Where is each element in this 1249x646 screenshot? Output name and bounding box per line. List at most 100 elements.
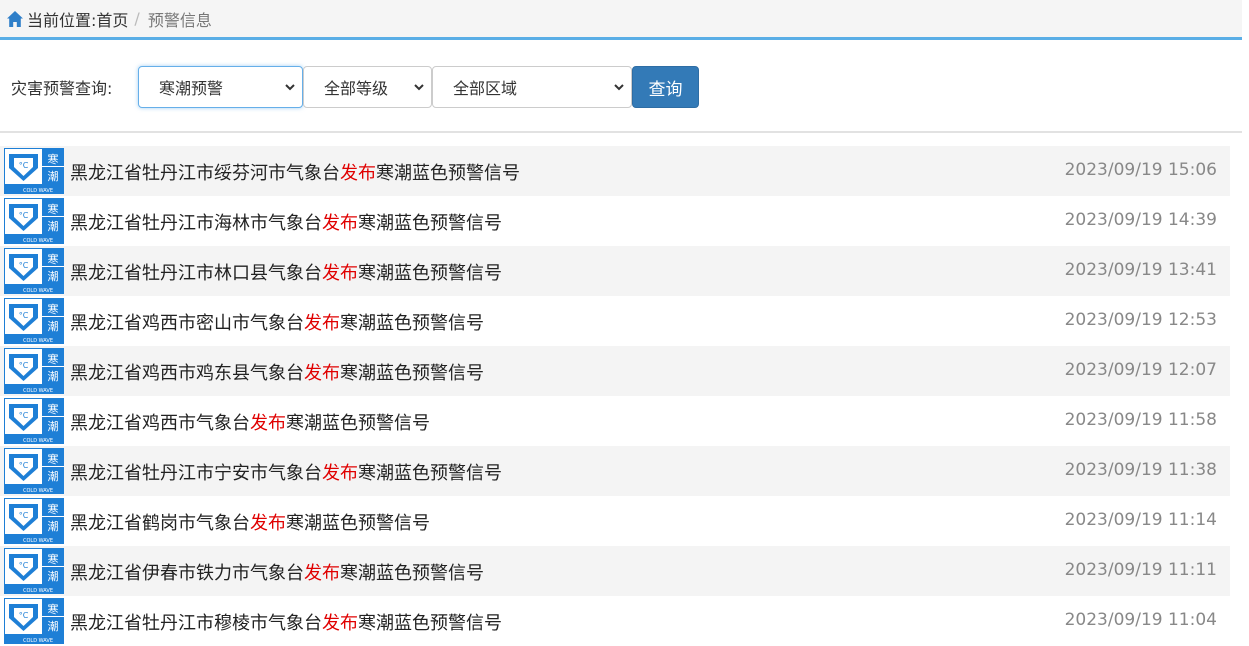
alert-issuer: 黑龙江省伊春市铁力市气象台 [70, 563, 304, 584]
svg-text:°C: °C [19, 511, 29, 520]
chevron-down-icon [285, 84, 295, 91]
badge-caption: COLD WAVE [23, 538, 53, 544]
alert-row[interactable]: °C 寒潮 COLD WAVE 黑龙江省鸡西市气象台发布寒潮蓝色预警信号 2023/09… [0, 396, 1230, 446]
badge-char-1: 寒 [48, 452, 59, 466]
alert-row[interactable]: °C 寒潮 COLD WAVE 黑龙江省牡丹江市穆棱市气象台发布寒潮蓝色预警信号 202… [0, 596, 1230, 646]
cold-wave-blue-icon: °C 寒潮 COLD WAVE [4, 498, 64, 544]
alert-verb: 发布 [322, 213, 358, 234]
alert-row[interactable]: °C 寒潮 COLD WAVE 黑龙江省牡丹江市宁安市气象台发布寒潮蓝色预警信号 202… [0, 446, 1230, 496]
alert-row[interactable]: °C 寒潮 COLD WAVE 黑龙江省牡丹江市绥芬河市气象台发布寒潮蓝色预警信号 20… [0, 146, 1230, 196]
badge-char-1: 寒 [48, 602, 59, 616]
alert-type: 寒潮蓝色预警信号 [358, 463, 502, 484]
badge-caption: COLD WAVE [23, 638, 53, 644]
alert-title[interactable]: 黑龙江省伊春市铁力市气象台发布寒潮蓝色预警信号 [70, 559, 484, 585]
alert-verb: 发布 [250, 513, 286, 534]
alert-verb: 发布 [304, 363, 340, 384]
alert-issuer: 黑龙江省鸡西市密山市气象台 [70, 313, 304, 334]
alert-title[interactable]: 黑龙江省鸡西市气象台发布寒潮蓝色预警信号 [70, 409, 430, 435]
cold-wave-blue-icon: °C 寒潮 COLD WAVE [4, 598, 64, 644]
badge-char-1: 寒 [48, 202, 59, 216]
alert-type: 寒潮蓝色预警信号 [286, 513, 430, 534]
alert-issuer: 黑龙江省牡丹江市穆棱市气象台 [70, 613, 322, 634]
badge-caption: COLD WAVE [23, 438, 53, 444]
svg-text:°C: °C [19, 311, 29, 320]
cold-wave-blue-icon: °C 寒潮 COLD WAVE [4, 398, 64, 444]
badge-char-2: 潮 [48, 469, 59, 483]
alert-title[interactable]: 黑龙江省鸡西市密山市气象台发布寒潮蓝色预警信号 [70, 309, 484, 335]
alert-title[interactable]: 黑龙江省牡丹江市穆棱市气象台发布寒潮蓝色预警信号 [70, 609, 502, 635]
alert-issuer: 黑龙江省牡丹江市林口县气象台 [70, 263, 322, 284]
alert-verb: 发布 [250, 413, 286, 434]
cold-wave-blue-icon: °C 寒潮 COLD WAVE [4, 248, 64, 294]
alert-row[interactable]: °C 寒潮 COLD WAVE 黑龙江省牡丹江市海林市气象台发布寒潮蓝色预警信号 202… [0, 196, 1230, 246]
region-value: 全部区域 [453, 79, 518, 98]
alert-verb: 发布 [322, 613, 358, 634]
alert-time: 2023/09/19 11:11 [1064, 560, 1217, 580]
cold-wave-blue-icon: °C 寒潮 COLD WAVE [4, 148, 64, 194]
badge-char-2: 潮 [48, 569, 59, 583]
warning-type-select[interactable]: 寒潮预警 [138, 66, 303, 108]
badge-char-1: 寒 [48, 152, 59, 166]
alert-time: 2023/09/19 12:53 [1064, 310, 1217, 330]
badge-char-1: 寒 [48, 502, 59, 516]
svg-text:°C: °C [19, 461, 29, 470]
alert-time: 2023/09/19 11:58 [1064, 410, 1217, 430]
badge-caption: COLD WAVE [23, 188, 53, 194]
chevron-down-icon [414, 84, 424, 91]
alert-issuer: 黑龙江省牡丹江市绥芬河市气象台 [70, 163, 340, 184]
alert-verb: 发布 [322, 463, 358, 484]
alert-time: 2023/09/19 11:14 [1064, 510, 1217, 530]
alert-title[interactable]: 黑龙江省鹤岗市气象台发布寒潮蓝色预警信号 [70, 509, 430, 535]
badge-caption: COLD WAVE [23, 488, 53, 494]
cold-wave-blue-icon: °C 寒潮 COLD WAVE [4, 298, 64, 344]
alert-row[interactable]: °C 寒潮 COLD WAVE 黑龙江省伊春市铁力市气象台发布寒潮蓝色预警信号 2023… [0, 546, 1230, 596]
alert-verb: 发布 [304, 563, 340, 584]
alert-issuer: 黑龙江省鸡西市鸡东县气象台 [70, 363, 304, 384]
cold-wave-blue-icon: °C 寒潮 COLD WAVE [4, 548, 64, 594]
chevron-down-icon [614, 84, 624, 91]
badge-char-2: 潮 [48, 169, 59, 183]
svg-text:°C: °C [19, 411, 29, 420]
badge-char-1: 寒 [48, 402, 59, 416]
breadcrumb-home-link[interactable]: 首页 [96, 7, 128, 31]
warning-type-value: 寒潮预警 [159, 79, 224, 98]
cold-wave-blue-icon: °C 寒潮 COLD WAVE [4, 448, 64, 494]
alert-title[interactable]: 黑龙江省牡丹江市林口县气象台发布寒潮蓝色预警信号 [70, 259, 502, 285]
alert-time: 2023/09/19 13:41 [1064, 260, 1217, 280]
breadcrumb-prefix: 当前位置: [27, 10, 97, 30]
badge-char-2: 潮 [48, 369, 59, 383]
warning-level-select[interactable]: 全部等级 [303, 66, 432, 108]
query-button[interactable]: 查询 [632, 66, 699, 108]
badge-char-1: 寒 [48, 302, 59, 316]
badge-caption: COLD WAVE [23, 288, 53, 294]
alert-title[interactable]: 黑龙江省牡丹江市绥芬河市气象台发布寒潮蓝色预警信号 [70, 159, 520, 185]
alert-time: 2023/09/19 12:07 [1064, 360, 1217, 380]
svg-text:°C: °C [19, 611, 29, 620]
alert-title[interactable]: 黑龙江省鸡西市鸡东县气象台发布寒潮蓝色预警信号 [70, 359, 484, 385]
alert-issuer: 黑龙江省牡丹江市海林市气象台 [70, 213, 322, 234]
alert-verb: 发布 [340, 163, 376, 184]
alert-issuer: 黑龙江省鹤岗市气象台 [70, 513, 250, 534]
badge-char-1: 寒 [48, 252, 59, 266]
region-select[interactable]: 全部区域 [432, 66, 632, 108]
alert-row[interactable]: °C 寒潮 COLD WAVE 黑龙江省鸡西市鸡东县气象台发布寒潮蓝色预警信号 2023… [0, 346, 1230, 396]
badge-char-2: 潮 [48, 619, 59, 633]
home-icon [7, 10, 23, 27]
svg-text:°C: °C [19, 561, 29, 570]
breadcrumb-current: 预警信息 [147, 10, 212, 30]
alert-title[interactable]: 黑龙江省牡丹江市海林市气象台发布寒潮蓝色预警信号 [70, 209, 502, 235]
query-label: 灾害预警查询: [11, 79, 113, 98]
alert-row[interactable]: °C 寒潮 COLD WAVE 黑龙江省鹤岗市气象台发布寒潮蓝色预警信号 2023/09… [0, 496, 1230, 546]
alert-row[interactable]: °C 寒潮 COLD WAVE 黑龙江省牡丹江市林口县气象台发布寒潮蓝色预警信号 202… [0, 246, 1230, 296]
alert-type: 寒潮蓝色预警信号 [340, 363, 484, 384]
alert-title[interactable]: 黑龙江省牡丹江市宁安市气象台发布寒潮蓝色预警信号 [70, 459, 502, 485]
badge-caption: COLD WAVE [23, 338, 53, 344]
breadcrumb-separator: / [134, 9, 140, 28]
alert-verb: 发布 [304, 313, 340, 334]
alert-type: 寒潮蓝色预警信号 [340, 563, 484, 584]
badge-char-2: 潮 [48, 319, 59, 333]
alert-type: 寒潮蓝色预警信号 [358, 213, 502, 234]
alert-row[interactable]: °C 寒潮 COLD WAVE 黑龙江省鸡西市密山市气象台发布寒潮蓝色预警信号 2023… [0, 296, 1230, 346]
alert-time: 2023/09/19 15:06 [1064, 160, 1217, 180]
warning-level-value: 全部等级 [324, 79, 389, 98]
